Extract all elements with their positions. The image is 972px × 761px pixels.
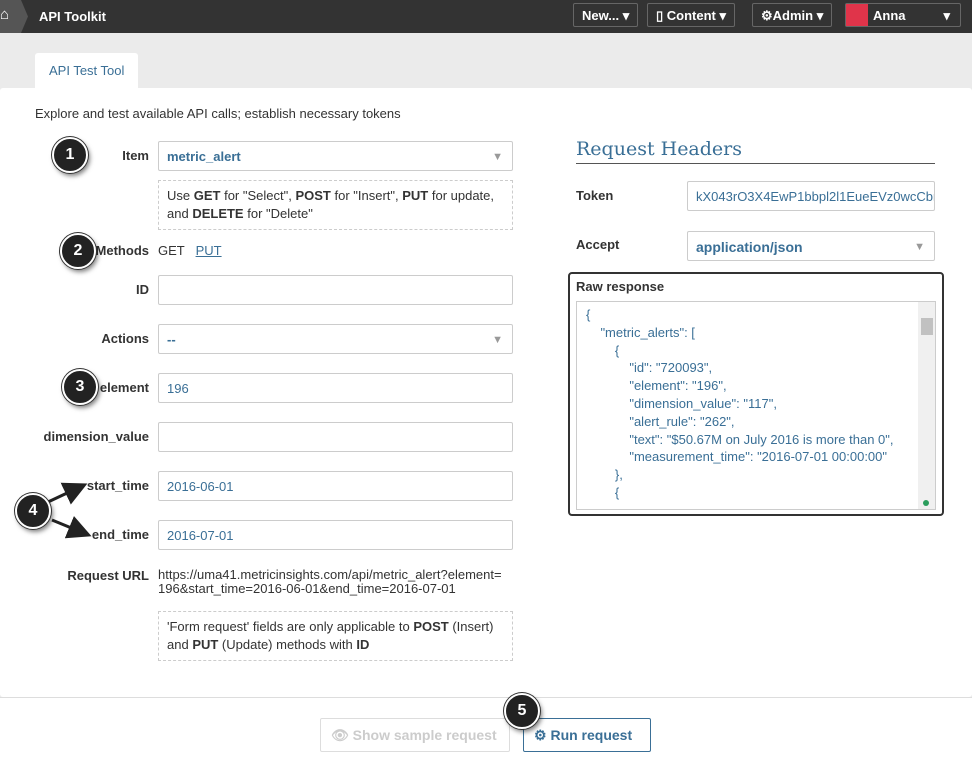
- arrow-to-end-time: [51, 516, 92, 539]
- arrow-to-start-time: [47, 482, 88, 505]
- callout-5: 5: [504, 693, 540, 729]
- callout-4: 4: [15, 493, 51, 529]
- callout-3: 3: [62, 369, 98, 405]
- callout-2: 2: [60, 233, 96, 269]
- callout-arrows: [47, 482, 92, 539]
- callout-1: 1: [52, 137, 88, 173]
